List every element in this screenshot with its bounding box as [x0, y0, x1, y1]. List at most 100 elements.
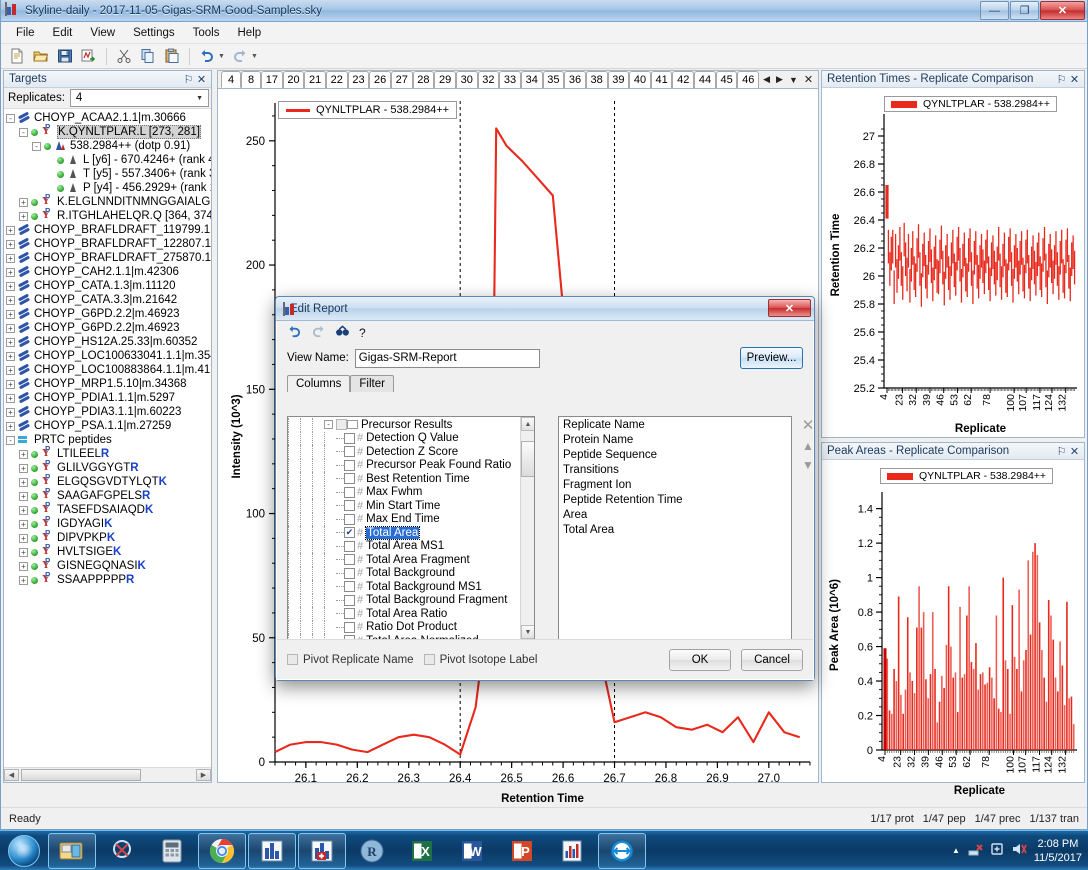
- column-tree-item[interactable]: # Total Background MS1: [288, 580, 520, 594]
- tab-close-icon[interactable]: ✕: [804, 73, 813, 86]
- menu-item-settings[interactable]: Settings: [124, 24, 184, 42]
- powerpoint-icon[interactable]: P: [498, 833, 546, 869]
- chromatogram-tab-46[interactable]: 46: [737, 71, 760, 88]
- expander-icon[interactable]: +: [6, 379, 15, 389]
- expander-icon[interactable]: -: [324, 420, 333, 430]
- expander-icon[interactable]: +: [19, 561, 28, 571]
- teamviewer-icon[interactable]: [598, 832, 646, 869]
- tab-list-icon[interactable]: ▼: [789, 75, 798, 85]
- move-up-icon[interactable]: ▲: [802, 439, 814, 453]
- column-checkbox[interactable]: [344, 540, 355, 552]
- pin-icon[interactable]: ⚐: [1055, 73, 1068, 86]
- taskbar-clock[interactable]: 2:08 PM 11/5/2017: [1034, 837, 1082, 865]
- word-icon[interactable]: W: [448, 833, 496, 869]
- find-icon[interactable]: [335, 325, 350, 341]
- column-tree-item[interactable]: # Best Retention Time: [288, 472, 520, 486]
- column-checkbox[interactable]: [344, 473, 355, 485]
- move-down-icon[interactable]: ▼: [802, 458, 814, 472]
- chromatogram-tab-21[interactable]: 21: [304, 71, 326, 88]
- column-tree-item[interactable]: # Max Fwhm: [288, 485, 520, 499]
- save-icon[interactable]: [54, 46, 76, 67]
- dialog-close-button[interactable]: ✕: [768, 299, 811, 317]
- expander-icon[interactable]: +: [19, 491, 28, 501]
- selected-column-item[interactable]: Area: [563, 509, 787, 524]
- available-columns-list[interactable]: - Precursor Results # Detection Q Value # Det…: [288, 417, 520, 639]
- calculator-icon[interactable]: [148, 833, 196, 869]
- close-icon[interactable]: ✕: [195, 73, 208, 86]
- close-button[interactable]: ✕: [1040, 1, 1085, 20]
- tab-filter[interactable]: Filter: [350, 375, 394, 392]
- expander-icon[interactable]: +: [6, 267, 15, 277]
- selected-column-item[interactable]: Transitions: [563, 464, 787, 479]
- column-checkbox[interactable]: [344, 527, 355, 539]
- column-tree-item[interactable]: # Detection Z Score: [288, 445, 520, 459]
- skyline-daily-icon[interactable]: [298, 832, 346, 869]
- expander-icon[interactable]: +: [19, 477, 28, 487]
- retention-times-plot[interactable]: QYNLTPLAR - 538.2984++ 25.2 25.4 25.6 25.8 2…: [822, 88, 1084, 437]
- scroll-up-icon[interactable]: ▲: [521, 417, 534, 431]
- rstudio-icon[interactable]: R: [348, 833, 396, 869]
- column-tree-item[interactable]: # Total Background: [288, 566, 520, 580]
- view-name-input[interactable]: [354, 348, 540, 368]
- chromatogram-tab-41[interactable]: 41: [650, 71, 673, 88]
- chromatogram-tab-42[interactable]: 42: [672, 71, 695, 88]
- targets-tree[interactable]: -CHOYP_ACAA2.1.1|m.30666-K.QYNLTPLAR.L […: [4, 109, 211, 766]
- chromatogram-tab-44[interactable]: 44: [694, 71, 716, 88]
- tree-node[interactable]: + CHOYP_PSA.1.1|m.27259: [4, 419, 211, 433]
- skyline-icon[interactable]: [248, 832, 296, 869]
- chromatogram-tab-27[interactable]: 27: [390, 71, 413, 88]
- targets-hscrollbar[interactable]: ◀ ▶: [4, 767, 211, 782]
- tree-node[interactable]: + IGDYAGIK: [4, 515, 211, 531]
- cut-icon[interactable]: [113, 46, 135, 67]
- column-tree-item[interactable]: # Ratio Dot Product: [288, 620, 520, 634]
- chromatogram-tab-28[interactable]: 28: [412, 71, 435, 88]
- expander-icon[interactable]: +: [6, 393, 15, 403]
- tree-node[interactable]: + CHOYP_LOC100633041.1.1|m.35428: [4, 349, 211, 363]
- pin-icon[interactable]: ⚐: [1055, 445, 1068, 458]
- tree-node[interactable]: L [y6] - 670.4246+ (rank 4)|: [4, 153, 211, 167]
- tree-node[interactable]: + CHOYP_G6PD.2.2|m.46923: [4, 307, 211, 321]
- column-checkbox[interactable]: [344, 486, 355, 498]
- column-tree-root[interactable]: - Precursor Results: [288, 418, 520, 432]
- menu-item-tools[interactable]: Tools: [184, 24, 229, 42]
- tree-node[interactable]: - PRTC peptides: [4, 433, 211, 447]
- expander-icon[interactable]: +: [6, 421, 15, 431]
- expander-icon[interactable]: +: [19, 519, 28, 529]
- scroll-thumb[interactable]: [521, 441, 534, 477]
- chrome-icon[interactable]: [198, 832, 246, 869]
- tree-node[interactable]: + CHOYP_MRP1.5.10|m.34368: [4, 377, 211, 391]
- column-tree-item[interactable]: # Total Background Fragment: [288, 593, 520, 607]
- chromatogram-tab-34[interactable]: 34: [520, 71, 543, 88]
- action-center-icon[interactable]: [990, 842, 1004, 859]
- open-document-icon[interactable]: [30, 46, 52, 67]
- close-icon[interactable]: ✕: [1068, 73, 1081, 86]
- tab-next-icon[interactable]: ▶: [776, 74, 783, 85]
- selected-column-item[interactable]: Peptide Retention Time: [563, 494, 787, 509]
- selected-column-item[interactable]: Protein Name: [563, 434, 787, 449]
- selected-columns-list[interactable]: Replicate Name Protein Name Peptide Sequen…: [558, 416, 792, 654]
- tree-node[interactable]: + CHOYP_LOC100883864.1.1|m.41791: [4, 363, 211, 377]
- expander-icon[interactable]: +: [6, 253, 15, 263]
- undo-icon[interactable]: [196, 46, 218, 67]
- help-icon[interactable]: ?: [359, 326, 366, 340]
- chromatogram-tab-22[interactable]: 22: [325, 71, 348, 88]
- tree-node[interactable]: + CHOYP_CATA.3.3|m.21642: [4, 293, 211, 307]
- expander-icon[interactable]: +: [6, 407, 15, 417]
- expander-icon[interactable]: +: [6, 295, 15, 305]
- tree-node[interactable]: + CHOYP_BRAFLDRAFT_275870.1.1|m.128: [4, 251, 211, 265]
- expander-icon[interactable]: +: [6, 365, 15, 375]
- chromatogram-tabstrip[interactable]: 4 8 17 20 21 22 23 26 27 28 29 30 32 33 34 35 36 38 39 40 41…: [218, 71, 818, 89]
- column-checkbox[interactable]: [344, 500, 355, 512]
- column-tree-item[interactable]: #Total Area: [288, 525, 520, 540]
- chromatogram-tab-40[interactable]: 40: [629, 71, 651, 88]
- tree-node[interactable]: + CHOYP_HS12A.25.33|m.60352: [4, 335, 211, 349]
- column-tree-item[interactable]: # Precursor Peak Found Ratio: [288, 458, 520, 472]
- column-tree-item[interactable]: # Total Area Ratio: [288, 607, 520, 621]
- columns-vscrollbar[interactable]: ▲ ▼: [520, 417, 534, 639]
- chromatogram-tab-26[interactable]: 26: [369, 71, 391, 88]
- expander-icon[interactable]: +: [19, 575, 28, 585]
- maximize-button[interactable]: ❐: [1010, 1, 1039, 20]
- expander-icon[interactable]: +: [19, 197, 28, 207]
- minimize-button[interactable]: —: [980, 1, 1009, 20]
- chromatogram-tab-38[interactable]: 38: [585, 71, 608, 88]
